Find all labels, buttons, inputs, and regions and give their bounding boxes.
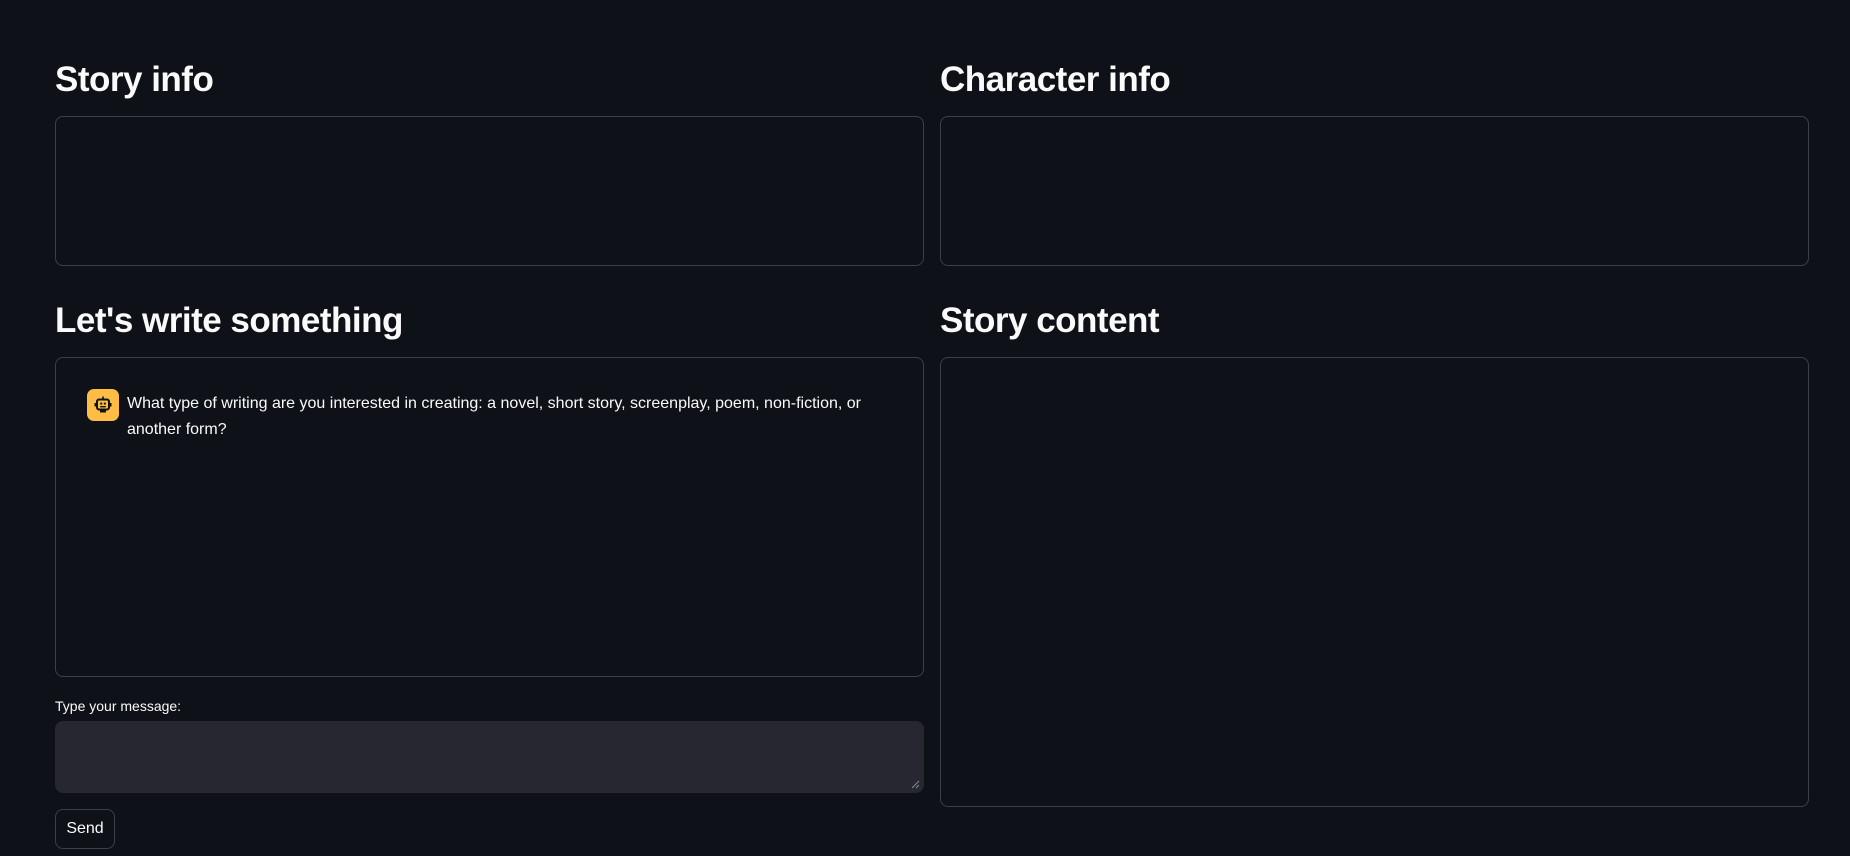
resize-handle-icon[interactable]: [910, 779, 920, 789]
message-input-label: Type your message:: [55, 698, 182, 714]
story-content-heading: Story content: [940, 301, 1160, 340]
story-info-heading: Story info: [55, 60, 214, 99]
character-info-heading: Character info: [940, 60, 1171, 99]
app-root: Story info Let's write something What ty…: [0, 0, 1850, 856]
chat-heading: Let's write something: [55, 301, 403, 340]
story-info-box[interactable]: [55, 116, 924, 266]
character-info-box[interactable]: [940, 116, 1809, 266]
story-content-box[interactable]: [940, 357, 1809, 807]
chat-message: What type of writing are you interested …: [87, 389, 883, 443]
robot-icon: [87, 389, 119, 421]
chat-message-text: What type of writing are you interested …: [127, 395, 861, 438]
message-input[interactable]: [55, 721, 924, 793]
chat-container[interactable]: What type of writing are you interested …: [55, 357, 924, 677]
send-button[interactable]: Send: [55, 809, 115, 849]
